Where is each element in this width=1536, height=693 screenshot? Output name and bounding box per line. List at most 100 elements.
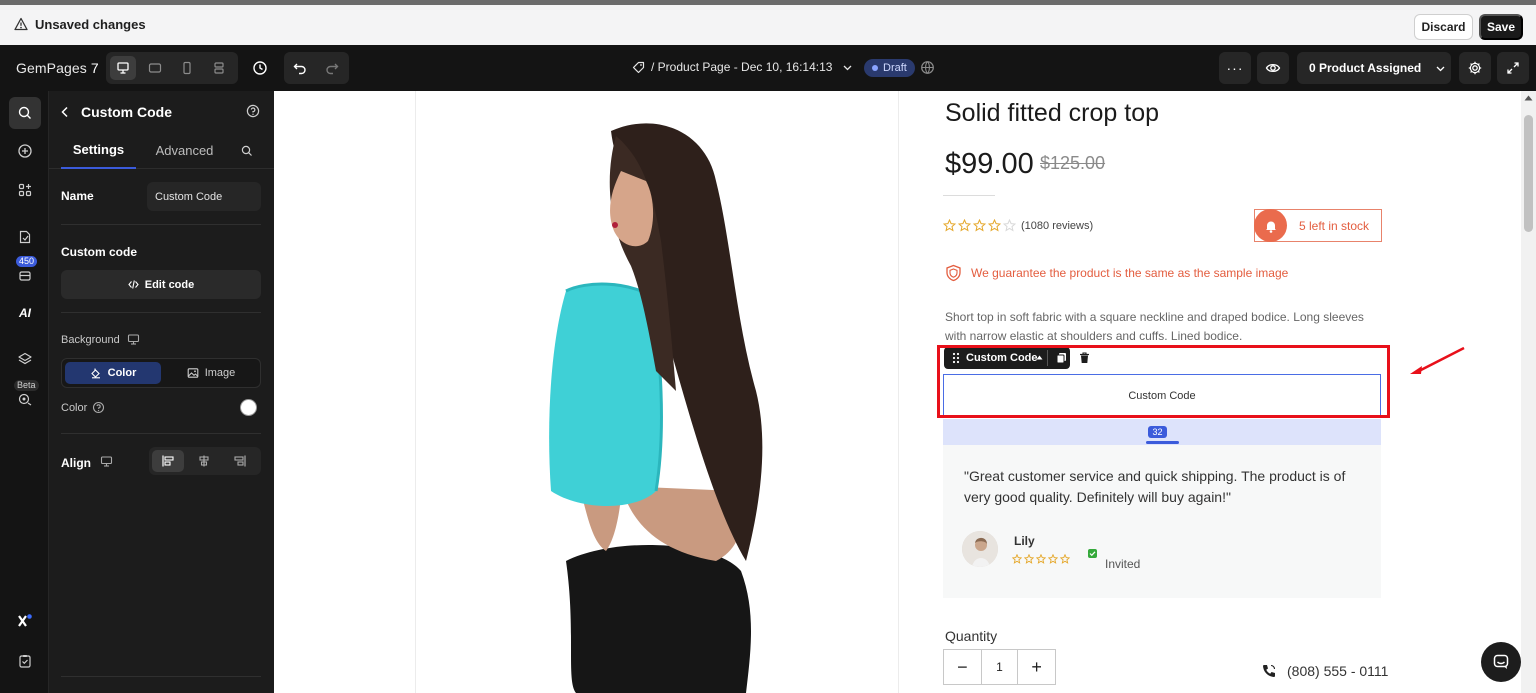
redo-icon[interactable] xyxy=(324,60,340,76)
testimonial-author: Lily xyxy=(1014,534,1035,548)
gear-icon xyxy=(1467,60,1483,76)
tag-icon xyxy=(632,61,645,74)
product-assigned-dropdown[interactable]: 0 Product Assigned xyxy=(1297,52,1451,84)
shield-icon xyxy=(945,264,962,282)
settings-panel: Custom Code Settings Advanced Name Custo… xyxy=(49,91,274,693)
device-switcher xyxy=(106,52,238,84)
custom-code-label: Custom code xyxy=(61,245,138,259)
rating-stars xyxy=(943,219,1016,232)
help-icon[interactable] xyxy=(246,104,260,118)
reviews-count[interactable]: (1080 reviews) xyxy=(1021,220,1093,232)
paint-bucket-icon xyxy=(90,367,102,379)
panel-title: Custom Code xyxy=(81,104,172,120)
undo-icon[interactable] xyxy=(292,60,308,76)
search-icon[interactable] xyxy=(241,145,253,157)
checklist-icon[interactable] xyxy=(9,645,41,677)
align-center-icon[interactable] xyxy=(188,450,220,472)
fullscreen-button[interactable] xyxy=(1497,52,1529,84)
tab-settings[interactable]: Settings xyxy=(61,131,136,169)
eye-icon xyxy=(1265,60,1281,76)
mobile-icon[interactable] xyxy=(174,56,200,80)
highlight-frame xyxy=(937,345,1390,418)
unsaved-changes-text: Unsaved changes xyxy=(35,17,146,32)
edit-code-button[interactable]: Edit code xyxy=(61,270,261,299)
apps-icon[interactable] xyxy=(9,174,41,206)
panel-header: Custom Code xyxy=(49,91,274,131)
scroll-up-arrow-icon[interactable] xyxy=(1524,95,1533,101)
add-element-icon[interactable] xyxy=(9,135,41,167)
background-type-toggle: Color Image xyxy=(61,358,261,388)
product-title: Solid fitted crop top xyxy=(945,99,1160,127)
page-title-text: / Product Page - Dec 10, 16:14:13 xyxy=(651,60,833,74)
name-field[interactable]: Custom Code xyxy=(147,182,261,211)
library-icon[interactable] xyxy=(9,259,41,291)
chat-icon xyxy=(1492,653,1510,671)
bg-image-label: Image xyxy=(204,367,236,379)
editor-toolbar: GemPages 7 / Product Page - Dec 10, 16:1… xyxy=(0,45,1536,91)
history-icon[interactable] xyxy=(252,60,268,76)
status-text: Draft xyxy=(883,62,907,74)
ai-icon[interactable]: AI xyxy=(9,297,41,329)
stock-indicator: 5 left in stock xyxy=(1254,209,1382,242)
color-swatch[interactable] xyxy=(240,399,257,416)
globe-icon[interactable] xyxy=(920,60,935,75)
spacing-handle[interactable] xyxy=(1146,441,1179,444)
decrease-button[interactable]: − xyxy=(944,650,981,684)
target-icon[interactable] xyxy=(9,382,41,414)
layers-icon[interactable] xyxy=(9,343,41,375)
bg-image-option[interactable]: Image xyxy=(163,362,259,384)
increase-button[interactable]: + xyxy=(1018,650,1055,684)
help-icon[interactable] xyxy=(92,401,105,414)
undo-redo-group xyxy=(284,52,349,84)
star-icon xyxy=(958,219,971,232)
phone-icon xyxy=(1261,663,1277,679)
chevron-down-icon xyxy=(842,62,853,73)
status-badge: Draft xyxy=(864,59,915,77)
annotation-arrow-icon xyxy=(1407,346,1467,378)
star-icon xyxy=(1024,554,1034,564)
compare-price: $125.00 xyxy=(1040,153,1106,173)
divider xyxy=(61,224,261,225)
product-assigned-text: 0 Product Assigned xyxy=(1309,61,1422,75)
avatar xyxy=(962,531,998,567)
preview-button[interactable] xyxy=(1257,52,1289,84)
product-image[interactable] xyxy=(416,91,898,693)
star-icon xyxy=(943,219,956,232)
page-title[interactable]: / Product Page - Dec 10, 16:14:13 xyxy=(632,60,853,74)
star-icon xyxy=(1036,554,1046,564)
divider xyxy=(61,312,261,313)
search-icon[interactable] xyxy=(9,97,41,129)
color-label: Color xyxy=(61,402,88,414)
xc-logo-icon[interactable] xyxy=(9,605,41,637)
align-right-icon[interactable] xyxy=(224,450,256,472)
scrollbar-thumb[interactable] xyxy=(1524,115,1533,232)
warning-icon xyxy=(14,17,28,31)
tab-advanced[interactable]: Advanced xyxy=(147,131,222,169)
phone-number: (808) 555 - 0111 xyxy=(1287,663,1389,679)
desktop-icon[interactable] xyxy=(110,56,136,80)
tablet-landscape-icon[interactable] xyxy=(142,56,168,80)
more-options-button[interactable]: ··· xyxy=(1219,52,1251,84)
product-description: Short top in soft fabric with a square n… xyxy=(945,310,1364,343)
testimonial-card: "Great customer service and quick shippi… xyxy=(943,445,1381,598)
align-left-icon[interactable] xyxy=(152,450,184,472)
phone-contact[interactable]: (808) 555 - 0111 xyxy=(1261,663,1388,679)
page-canvas: Solid fitted crop top $99.00 $125.00 (10… xyxy=(274,91,1536,693)
app-logo[interactable]: GemPages 7 xyxy=(16,60,99,76)
discard-button[interactable]: Discard xyxy=(1414,14,1473,40)
left-icon-rail: 450 AI Beta xyxy=(0,91,49,693)
layout-icon[interactable] xyxy=(206,56,232,80)
unsaved-changes-bar: Unsaved changes Discard Save xyxy=(0,0,1536,45)
bg-color-option[interactable]: Color xyxy=(65,362,161,384)
chat-button[interactable] xyxy=(1481,642,1521,682)
settings-button[interactable] xyxy=(1459,52,1491,84)
star-icon xyxy=(1012,554,1022,564)
image-icon xyxy=(187,367,199,379)
quantity-input[interactable]: 1 xyxy=(980,650,1019,684)
pages-icon[interactable] xyxy=(9,221,41,253)
app-version: 7 xyxy=(90,60,99,76)
back-chevron-icon[interactable] xyxy=(60,106,70,118)
star-icon xyxy=(1048,554,1058,564)
save-button[interactable]: Save xyxy=(1479,14,1523,40)
check-icon xyxy=(1088,549,1097,558)
